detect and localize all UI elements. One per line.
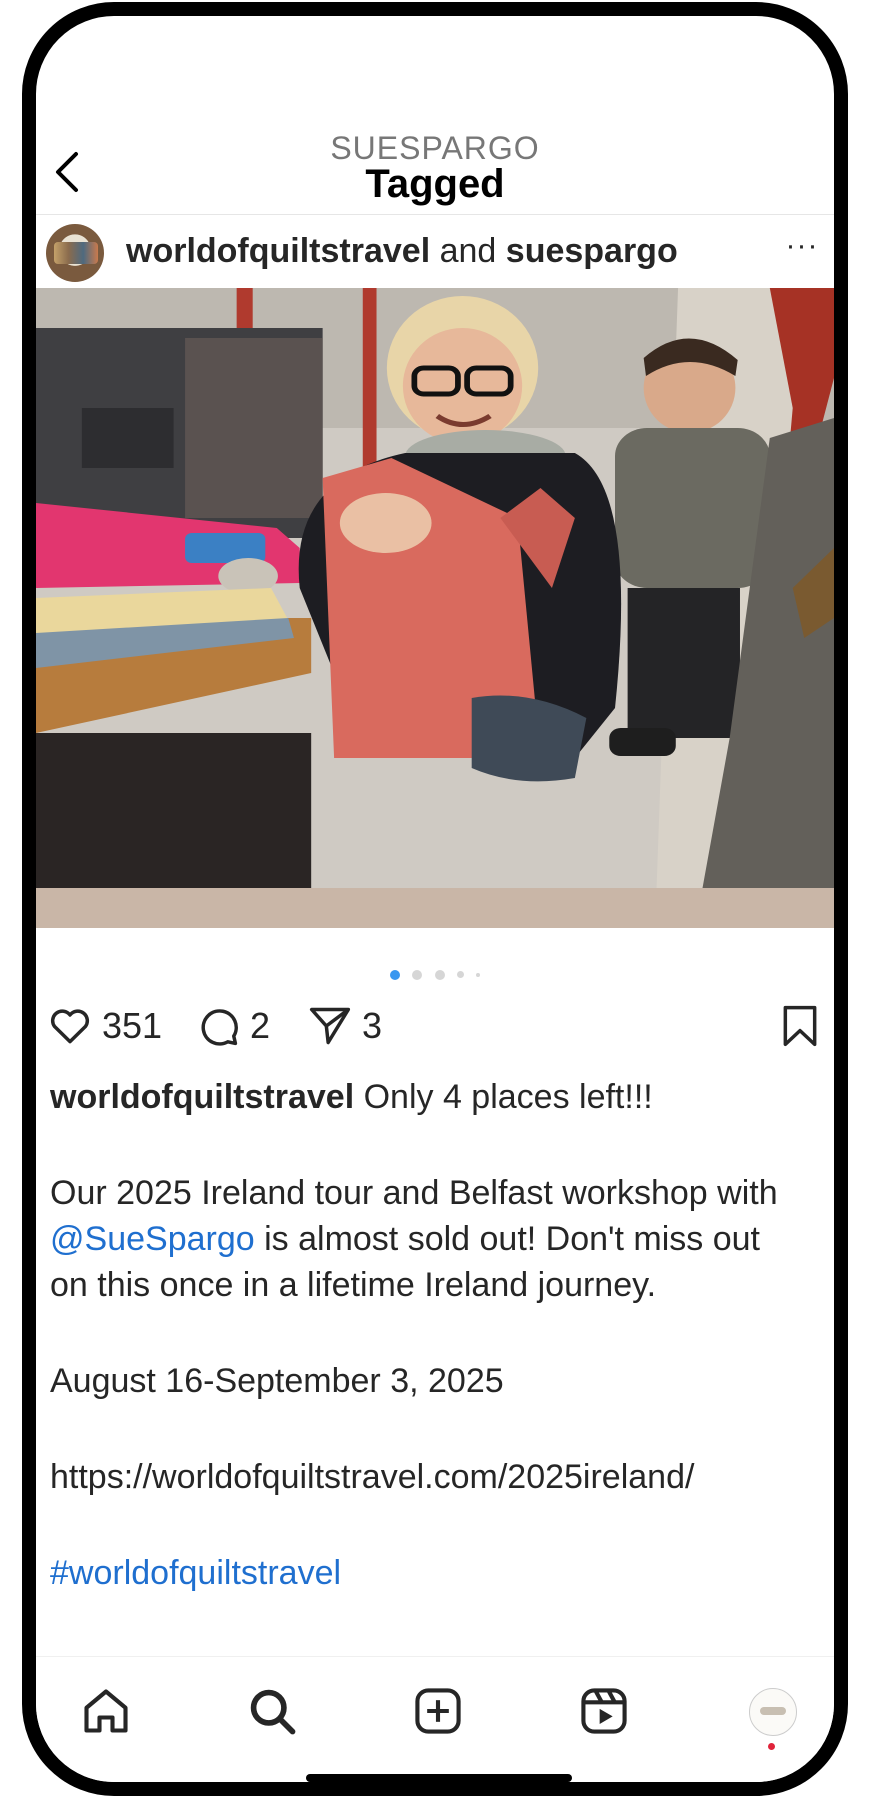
caption-dates: August 16-September 3, 2025 <box>50 1362 504 1400</box>
more-options-button[interactable]: ··· <box>782 226 822 266</box>
mention-link[interactable]: @SueSpargo <box>50 1220 255 1258</box>
heart-icon <box>51 1009 89 1044</box>
hashtag-link[interactable]: #worldofquiltstravel <box>50 1550 804 1596</box>
more-horizontal-icon: ··· <box>785 229 819 262</box>
collaborator-username[interactable]: suespargo <box>506 232 678 270</box>
post-photo[interactable] <box>36 288 834 928</box>
phone-frame: SUESPARGO Tagged worldofquiltstravel and… <box>22 2 848 1796</box>
create-plus-icon <box>415 1688 461 1734</box>
comment-button[interactable]: 2 <box>196 996 270 1056</box>
send-icon <box>309 1007 351 1045</box>
tab-create[interactable] <box>406 1679 470 1743</box>
caption-headline: worldofquiltstravel Only 4 places left!!… <box>50 1074 804 1120</box>
caption-body-text-1: Our 2025 Ireland tour and Belfast worksh… <box>50 1174 778 1212</box>
tab-profile[interactable] <box>740 1679 804 1743</box>
screen: SUESPARGO Tagged worldofquiltstravel and… <box>36 16 834 1782</box>
header-divider <box>36 214 834 215</box>
author-avatar[interactable] <box>46 224 104 282</box>
carousel-dot <box>456 971 464 979</box>
notification-dot <box>768 1743 775 1750</box>
tab-search[interactable] <box>240 1679 304 1743</box>
caption-username[interactable]: worldofquiltstravel <box>50 1078 354 1116</box>
bookmark-icon <box>783 1005 817 1047</box>
post-image <box>36 288 834 928</box>
carousel-dot <box>434 969 445 980</box>
caption-body: Our 2025 Ireland tour and Belfast worksh… <box>50 1170 804 1308</box>
header: SUESPARGO Tagged <box>36 76 834 206</box>
caption-url: https://worldofquiltstravel.com/2025irel… <box>50 1458 695 1496</box>
carousel-dot-active <box>389 969 400 980</box>
home-icon <box>84 1689 128 1733</box>
like-button[interactable]: 351 <box>48 996 162 1056</box>
comment-count: 2 <box>250 1005 271 1046</box>
carousel-dot <box>412 969 423 980</box>
profile-avatar-icon <box>749 1688 797 1736</box>
post-actions: 351 2 3 <box>48 996 822 1056</box>
carousel-dot <box>476 972 481 977</box>
save-button[interactable] <box>778 996 822 1056</box>
post-owners: worldofquiltstravel and suespargo <box>126 232 678 271</box>
home-indicator <box>306 1774 572 1782</box>
post-caption: worldofquiltstravel Only 4 places left!!… <box>50 1074 804 1646</box>
search-icon <box>250 1689 296 1735</box>
share-button[interactable]: 3 <box>308 996 382 1056</box>
tab-home[interactable] <box>74 1679 138 1743</box>
share-count: 3 <box>362 1005 383 1046</box>
comment-icon <box>201 1009 238 1046</box>
page-title: Tagged <box>365 162 505 206</box>
like-count: 351 <box>102 1005 163 1046</box>
author-username[interactable]: worldofquiltstravel <box>126 232 430 270</box>
tab-reels[interactable] <box>572 1679 636 1743</box>
owners-connector: and <box>439 232 497 270</box>
carousel-indicator <box>36 966 834 980</box>
caption-headline-text: Only 4 places left!!! <box>354 1078 653 1116</box>
reels-icon <box>581 1688 627 1734</box>
